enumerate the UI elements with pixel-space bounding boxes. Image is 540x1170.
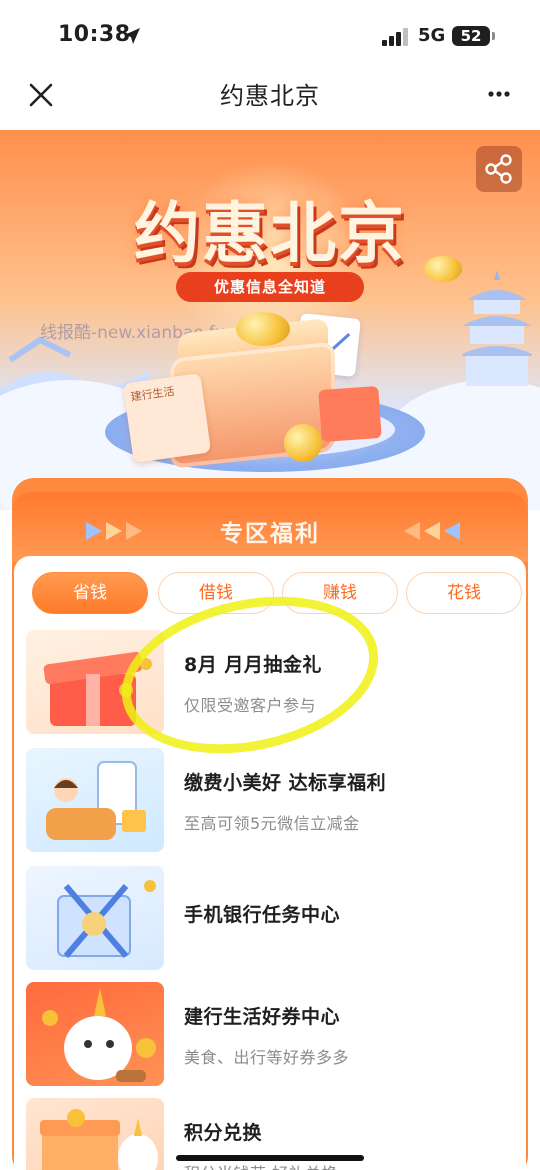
points-gift-thumbnail [26, 1098, 164, 1170]
list-item[interactable]: 8月 月月抽金礼 仅限受邀客户参与 [24, 630, 524, 734]
task-gift-thumbnail [26, 866, 164, 970]
tab-save-money[interactable]: 省钱 [32, 572, 148, 614]
location-arrow-icon [124, 28, 140, 44]
item-title: 手机银行任务中心 [184, 904, 341, 926]
banner-subtitle: 优惠信息全知道 [176, 272, 364, 302]
person-phone-thumbnail [26, 748, 164, 852]
hero-banner: 约惠北京 优惠信息全知道 线报酷-new.xianbao.fun 建行生活 [0, 130, 540, 510]
status-time: 10:38 [58, 22, 131, 47]
coin-illustration [236, 312, 290, 346]
item-title: 积分兑换 [184, 1122, 263, 1144]
item-title: 缴费小美好 达标享福利 [184, 772, 387, 794]
category-tabs: 省钱 借钱 赚钱 花钱 [32, 572, 528, 616]
home-indicator [176, 1155, 364, 1161]
network-label: 5G [418, 25, 446, 46]
wallet-label: 建行生活 [129, 384, 176, 404]
tab-borrow-money[interactable]: 借钱 [158, 572, 274, 614]
battery-indicator: 52 [452, 26, 495, 46]
item-subtitle: 至高可领5元微信立减金 [184, 814, 360, 833]
temple-of-heaven-illustration [462, 270, 532, 386]
tab-earn-money[interactable]: 赚钱 [282, 572, 398, 614]
item-subtitle: 仅限受邀客户参与 [184, 696, 317, 715]
coin-illustration [424, 256, 462, 282]
wallet-illustration: 建行生活 [122, 372, 212, 464]
coin-illustration [284, 424, 322, 462]
share-icon [485, 154, 512, 184]
arrows-left-icon [404, 522, 460, 540]
gift-box-illustration [318, 385, 382, 443]
item-title: 8月 月月抽金礼 [184, 654, 322, 676]
nav-bar: 约惠北京 [0, 70, 540, 130]
item-subtitle: 美食、出行等好券多多 [184, 1048, 350, 1067]
gift-box-thumbnail [26, 630, 164, 734]
item-title: 建行生活好券中心 [184, 1006, 341, 1028]
more-icon[interactable] [488, 90, 510, 98]
list-item[interactable]: 手机银行任务中心 [24, 866, 524, 970]
signal-icon [382, 28, 408, 46]
unicorn-mascot-thumbnail [26, 982, 164, 1086]
status-bar: 10:38 5G 52 [0, 0, 540, 70]
tab-spend-money[interactable]: 花钱 [406, 572, 522, 614]
item-subtitle: 积分当钱花 好礼兑换 [184, 1160, 338, 1170]
page-title: 约惠北京 [220, 82, 320, 110]
list-item[interactable]: 缴费小美好 达标享福利 至高可领5元微信立减金 [24, 748, 524, 852]
share-button[interactable] [476, 146, 522, 192]
list-item[interactable]: 建行生活好券中心 美食、出行等好券多多 [24, 982, 524, 1086]
